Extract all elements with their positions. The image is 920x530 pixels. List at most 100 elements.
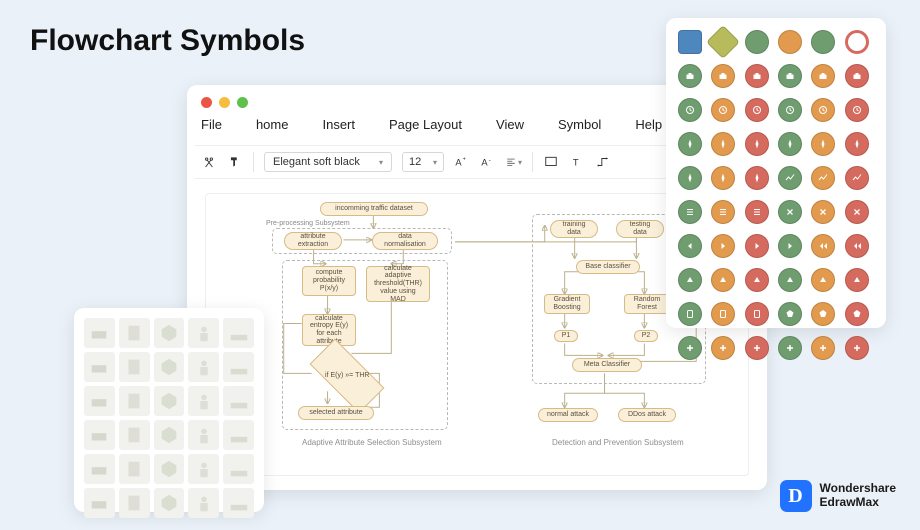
palette-briefcase-icon[interactable]: [678, 64, 702, 88]
node-compute-prob[interactable]: compute probability P(x/y): [302, 266, 356, 296]
palette-compass-icon[interactable]: [678, 166, 702, 190]
palette-list-icon[interactable]: [745, 200, 769, 224]
palette-briefcase-icon[interactable]: [811, 64, 835, 88]
palette-compass-icon[interactable]: [811, 132, 835, 156]
clipart-item[interactable]: [154, 420, 185, 450]
menu-file[interactable]: File: [201, 117, 222, 132]
palette-trend-icon[interactable]: [778, 166, 802, 190]
clipart-item[interactable]: [119, 386, 150, 416]
palette-shape-ring[interactable]: [845, 30, 869, 54]
node-grad-boost[interactable]: Gradient Boosting: [544, 294, 590, 314]
palette-tri-up-icon[interactable]: [778, 268, 802, 292]
clipart-item[interactable]: [119, 454, 150, 484]
palette-arrow-l-icon[interactable]: [678, 234, 702, 258]
clipart-item[interactable]: [223, 488, 254, 518]
palette-clock-icon[interactable]: [711, 98, 735, 122]
clipart-item[interactable]: [223, 420, 254, 450]
palette-compass-icon[interactable]: [778, 132, 802, 156]
palette-compass-icon[interactable]: [845, 132, 869, 156]
clipart-item[interactable]: [154, 386, 185, 416]
palette-clock-icon[interactable]: [811, 98, 835, 122]
increase-font-icon[interactable]: A+: [454, 154, 470, 170]
palette-shape-circle[interactable]: [811, 30, 835, 54]
clipart-item[interactable]: [154, 318, 185, 348]
palette-pent-icon[interactable]: [778, 302, 802, 326]
clipart-item[interactable]: [188, 454, 219, 484]
clipart-item[interactable]: [223, 454, 254, 484]
clipart-item[interactable]: [223, 318, 254, 348]
clipart-item[interactable]: [188, 386, 219, 416]
clipart-item[interactable]: [119, 318, 150, 348]
clipart-item[interactable]: [188, 352, 219, 382]
clipart-item[interactable]: [188, 488, 219, 518]
palette-shape-diamond[interactable]: [706, 25, 740, 59]
palette-x-icon[interactable]: [811, 200, 835, 224]
window-zoom-button[interactable]: [237, 97, 248, 108]
palette-plus-icon[interactable]: [745, 336, 769, 360]
align-icon[interactable]: ▾: [506, 154, 522, 170]
palette-briefcase-icon[interactable]: [745, 64, 769, 88]
palette-tri-up-icon[interactable]: [678, 268, 702, 292]
palette-trend-icon[interactable]: [811, 166, 835, 190]
palette-pent-icon[interactable]: [845, 302, 869, 326]
palette-plus-icon[interactable]: [678, 336, 702, 360]
palette-shape-roundrect[interactable]: [678, 30, 702, 54]
window-minimize-button[interactable]: [219, 97, 230, 108]
palette-compass-icon[interactable]: [711, 132, 735, 156]
palette-plus-icon[interactable]: [778, 336, 802, 360]
node-p1[interactable]: P1: [554, 330, 578, 342]
palette-clip-icon[interactable]: [711, 302, 735, 326]
clipart-item[interactable]: [188, 420, 219, 450]
clipart-item[interactable]: [154, 352, 185, 382]
menu-home[interactable]: home: [256, 117, 289, 132]
menu-symbol[interactable]: Symbol: [558, 117, 601, 132]
palette-tri-up-icon[interactable]: [811, 268, 835, 292]
menu-view[interactable]: View: [496, 117, 524, 132]
clipart-item[interactable]: [188, 318, 219, 348]
palette-briefcase-icon[interactable]: [711, 64, 735, 88]
node-p2[interactable]: P2: [634, 330, 658, 342]
palette-pent-icon[interactable]: [811, 302, 835, 326]
clipart-item[interactable]: [223, 352, 254, 382]
clipart-item[interactable]: [84, 318, 115, 348]
clipart-item[interactable]: [223, 386, 254, 416]
node-attr-extract[interactable]: attribute extraction: [284, 232, 342, 250]
palette-briefcase-icon[interactable]: [778, 64, 802, 88]
palette-compass-icon[interactable]: [678, 132, 702, 156]
palette-clip-icon[interactable]: [745, 302, 769, 326]
palette-rewind-icon[interactable]: [811, 234, 835, 258]
palette-compass-icon[interactable]: [711, 166, 735, 190]
palette-clock-icon[interactable]: [678, 98, 702, 122]
node-testing[interactable]: testing data: [616, 220, 664, 238]
node-training[interactable]: training data: [550, 220, 598, 238]
clipart-item[interactable]: [119, 352, 150, 382]
cut-icon[interactable]: [201, 154, 217, 170]
text-tool-icon[interactable]: T: [569, 154, 585, 170]
palette-tri-up-icon[interactable]: [745, 268, 769, 292]
node-incoming[interactable]: incomming traffic dataset: [320, 202, 428, 216]
clipart-item[interactable]: [84, 454, 115, 484]
decrease-font-icon[interactable]: A-: [480, 154, 496, 170]
palette-plus-icon[interactable]: [845, 336, 869, 360]
palette-shape-circle[interactable]: [778, 30, 802, 54]
palette-clock-icon[interactable]: [778, 98, 802, 122]
palette-compass-icon[interactable]: [745, 166, 769, 190]
clipart-item[interactable]: [154, 454, 185, 484]
font-family-dropdown[interactable]: Elegant soft black ▾: [264, 152, 392, 172]
font-size-dropdown[interactable]: 12 ▾: [402, 152, 444, 172]
clipart-item[interactable]: [84, 386, 115, 416]
palette-compass-icon[interactable]: [745, 132, 769, 156]
palette-shape-circle[interactable]: [745, 30, 769, 54]
node-base-clf[interactable]: Base classifier: [576, 260, 640, 274]
clipart-item[interactable]: [84, 488, 115, 518]
palette-briefcase-icon[interactable]: [845, 64, 869, 88]
palette-clip-icon[interactable]: [678, 302, 702, 326]
clipart-item[interactable]: [154, 488, 185, 518]
palette-clock-icon[interactable]: [845, 98, 869, 122]
palette-arrow-r-icon[interactable]: [778, 234, 802, 258]
node-ddos[interactable]: DDos attack: [618, 408, 676, 422]
palette-tri-up-icon[interactable]: [845, 268, 869, 292]
node-meta-clf[interactable]: Meta Classifier: [572, 358, 642, 372]
clipart-item[interactable]: [119, 488, 150, 518]
node-calc-thr[interactable]: calculate adaptive threshold(THR) value …: [366, 266, 430, 302]
